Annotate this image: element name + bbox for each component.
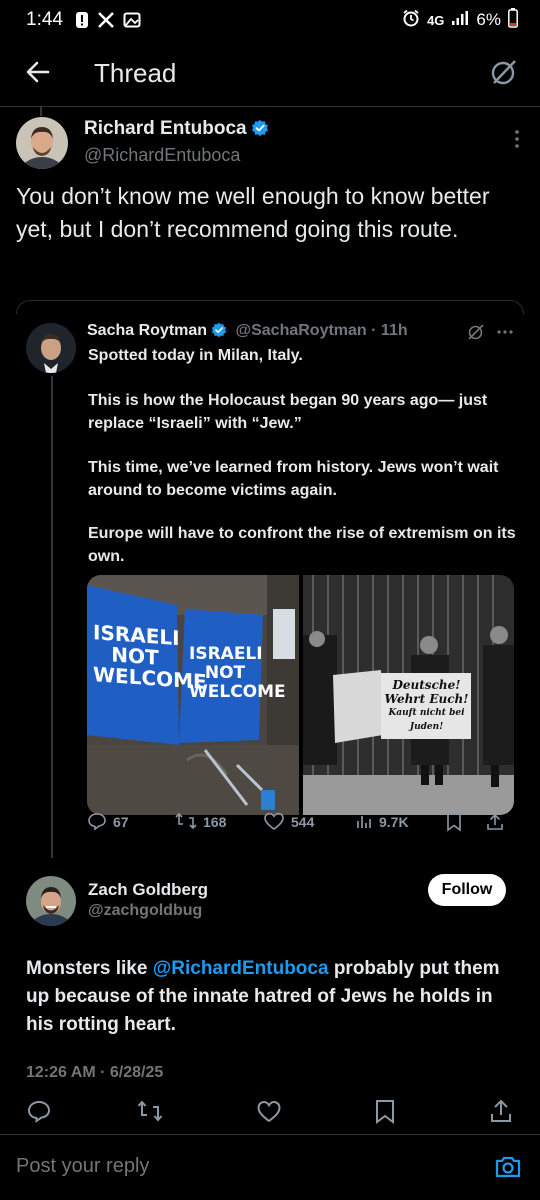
repost-action-icon[interactable]	[137, 1098, 163, 1124]
image-icon	[123, 11, 141, 29]
back-arrow-icon[interactable]	[22, 56, 54, 88]
page-title: Thread	[94, 58, 177, 88]
reply-text-before: Monsters like	[26, 958, 153, 979]
follow-button[interactable]: Follow	[428, 874, 506, 906]
quoted-author-handle[interactable]: @SachaRoytman	[236, 322, 367, 339]
sign-1: ISRAELI NOT WELCOME	[93, 620, 207, 695]
media-photo-historical[interactable]: Deutsche! Wehrt Euch! Kauft nicht bei Ju…	[302, 575, 514, 815]
battery-icon	[508, 7, 518, 33]
like-stat[interactable]: 544	[263, 811, 314, 834]
views-stat[interactable]: 9.7K	[355, 812, 409, 833]
sign-1-line-3: WELCOME	[93, 662, 207, 695]
main-tweet-text: You don’t know me well enough to know be…	[16, 183, 490, 242]
battery-label: 6%	[476, 10, 501, 29]
quoted-more-icon[interactable]	[496, 322, 514, 342]
reply-action-bar	[0, 1098, 540, 1128]
repost-icon	[175, 811, 197, 834]
reply-count: 67	[113, 814, 129, 830]
quoted-author-row: Sacha Roytman @SachaRoytman · 11h	[87, 322, 408, 340]
sign-2-line-3: WELCOME	[189, 682, 286, 702]
historical-sign: Deutsche! Wehrt Euch! Kauft nicht bei Ju…	[383, 678, 471, 734]
bookmark-icon[interactable]	[445, 812, 463, 832]
quoted-paragraph-3: This time, we’ve learned from history. J…	[88, 459, 499, 499]
status-bar: 1:44 4G 6%	[0, 0, 540, 40]
grok-icon[interactable]	[488, 56, 520, 88]
like-count: 544	[291, 814, 315, 830]
thread-line-top	[40, 106, 42, 116]
repost-count: 168	[203, 814, 227, 830]
avatar-sacha[interactable]	[26, 323, 76, 373]
reply-stat[interactable]: 67	[87, 811, 129, 834]
historical-sign-line-3: Kauft nicht bei Juden!	[388, 708, 465, 732]
media-photo-milan[interactable]: ISRAELI NOT WELCOME ISRAELI NOT WELCOME	[87, 575, 299, 815]
x-icon	[97, 11, 115, 29]
main-author-handle[interactable]: @RichardEntuboca	[84, 145, 240, 166]
top-bar: Thread	[0, 46, 540, 102]
reply-timestamp: 12:26 AM · 6/28/25	[26, 1064, 164, 1081]
grok-small-icon[interactable]	[466, 322, 486, 342]
network-label: 4G	[427, 12, 445, 28]
reply-author-name[interactable]: Zach Goldberg	[88, 880, 208, 900]
quoted-author-name[interactable]: Sacha Roytman	[87, 322, 207, 339]
camera-icon[interactable]	[494, 1153, 522, 1181]
reply-author-handle[interactable]: @zachgoldbug	[88, 902, 202, 920]
reply-composer	[0, 1134, 540, 1200]
signal-icon	[451, 10, 469, 31]
reply-icon	[87, 811, 107, 834]
thread-line	[51, 376, 53, 858]
header-divider	[0, 106, 540, 107]
quote-card-border	[16, 300, 524, 314]
views-icon	[355, 812, 373, 833]
verified-badge-icon	[211, 322, 227, 338]
reply-action-icon[interactable]	[26, 1098, 52, 1124]
share-action-icon[interactable]	[488, 1098, 514, 1124]
verified-badge-icon	[251, 119, 269, 137]
views-count: 9.7K	[379, 814, 409, 830]
quoted-paragraph-2: This is how the Holocaust began 90 years…	[88, 392, 488, 432]
quoted-paragraph-4: Europe will have to confront the rise of…	[88, 525, 516, 565]
quoted-paragraph-1: Spotted today in Milan, Italy.	[88, 347, 303, 364]
historical-sign-line-2: Wehrt Euch!	[384, 692, 469, 706]
quoted-media[interactable]: ISRAELI NOT WELCOME ISRAELI NOT WELCOME	[87, 575, 514, 815]
heart-icon	[263, 811, 285, 834]
main-author-name[interactable]: Richard Entuboca	[84, 118, 269, 140]
avatar-zach[interactable]	[26, 876, 76, 926]
alarm-icon	[402, 9, 420, 32]
repost-stat[interactable]: 168	[175, 811, 226, 834]
reply-text: Monsters like @RichardEntuboca probably …	[26, 955, 516, 1039]
sign-2-line-2: NOT	[204, 663, 246, 683]
reply-input[interactable]	[16, 1155, 456, 1178]
mention-link[interactable]: @RichardEntuboca	[153, 958, 329, 979]
sign-2-line-1: ISRAELI	[189, 644, 263, 664]
main-author-name-text[interactable]: Richard Entuboca	[84, 118, 247, 139]
share-icon[interactable]	[485, 812, 505, 832]
notification-icon	[75, 11, 89, 29]
quoted-time: · 11h	[371, 322, 408, 339]
like-action-icon[interactable]	[256, 1098, 282, 1124]
sign-2: ISRAELI NOT WELCOME	[189, 644, 286, 702]
status-time: 1:44	[26, 9, 63, 30]
more-options-icon[interactable]	[514, 128, 520, 150]
historical-sign-line-1: Deutsche!	[392, 678, 461, 692]
avatar-richard[interactable]	[16, 117, 68, 169]
bookmark-action-icon[interactable]	[372, 1098, 398, 1124]
